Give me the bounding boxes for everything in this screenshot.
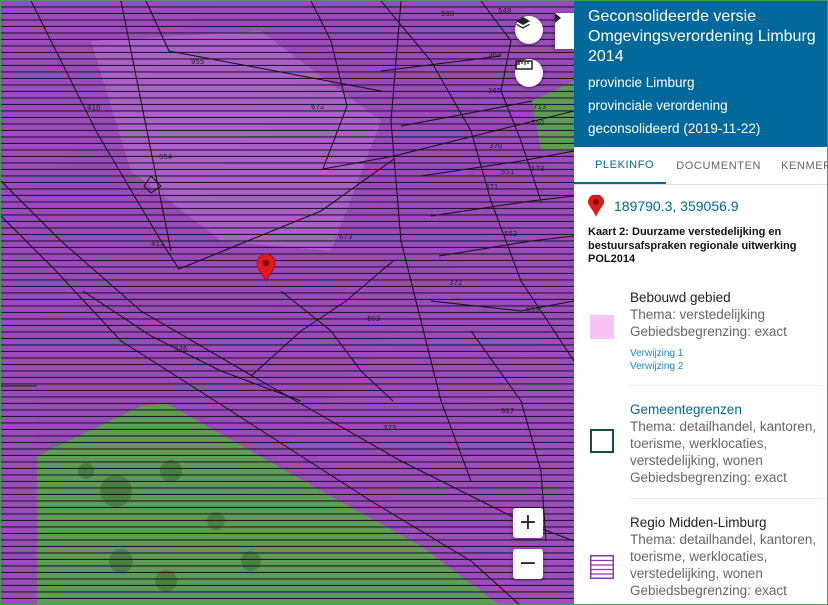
panel-toggle-button[interactable] [555, 13, 574, 49]
parcel-label: 603 [367, 315, 380, 323]
panel-tabs: PLEKINFO DOCUMENTEN KENMERKEN [574, 147, 827, 185]
parcel-label: 373 [383, 424, 396, 432]
entry-divider [630, 384, 825, 386]
parcel-label: 368 [488, 51, 501, 59]
panel-title: Geconsolideerde versie Omgevingsverorden… [588, 8, 816, 65]
entry-bebouwd-gebied: Bebouwd gebied Thema: verstedelijking Ge… [574, 289, 825, 373]
tab-kenmerken[interactable]: KENMERKEN [771, 147, 827, 184]
parcel-label: 551 [501, 168, 514, 176]
parcel-label: 371 [485, 183, 498, 191]
parcel-label: 672 [311, 103, 324, 111]
parcel-label: 370 [489, 142, 502, 150]
app-frame: 598 549 955 410 672 368 365 713 550 954 … [0, 0, 828, 605]
parcel-label: 955 [191, 58, 204, 66]
parcel-label: 573 [531, 165, 544, 173]
parcel-label: 336 [174, 345, 188, 353]
meta-authority: provincie Limburg [588, 75, 695, 90]
entry-regio-midden-limburg: Regio Midden-Limburg Thema: detailhandel… [574, 514, 825, 599]
entry-line: Thema: verstedelijking [630, 306, 766, 322]
legend-swatch-regio [590, 554, 614, 579]
kaart-title: Kaart 2: Duurzame verstedelijking en bes… [588, 226, 797, 265]
location-pin-icon [588, 195, 604, 217]
parcel-label: 673 [339, 233, 352, 241]
verwijzing-link[interactable]: Verwijzing 2 [630, 360, 825, 373]
verwijzing-link[interactable]: Verwijzing 1 [630, 347, 825, 360]
entry-line: toerisme, werklocaties, [630, 548, 768, 564]
tab-plekinfo[interactable]: PLEKINFO [574, 147, 667, 184]
parcel-label: 917 [501, 407, 514, 415]
panel-header: Geconsolideerde versie Omgevingsverorden… [574, 1, 827, 147]
meta-status: geconsolideerd (2019-11-22) [588, 121, 761, 136]
parcel-label: 372 [449, 279, 462, 287]
entry-name: Regio Midden-Limburg [630, 514, 767, 530]
parcel-label: 598 [441, 10, 454, 18]
entry-line: Gebiedsbegrenzing: exact [630, 582, 787, 598]
parcel-label: 411 [151, 240, 164, 248]
entry-line: verstedelijking, wonen [630, 565, 763, 581]
parcel-label: 553 [526, 306, 539, 314]
parcel-label: 713 [533, 103, 546, 111]
parcel-label: 954 [159, 153, 173, 161]
legend-swatch-gemeentegrenzen [590, 428, 614, 453]
map-view[interactable]: 598 549 955 410 672 368 365 713 550 954 … [1, 1, 574, 605]
map-canvas[interactable]: 598 549 955 410 672 368 365 713 550 954 … [1, 1, 574, 605]
entry-name-link[interactable]: Gemeentegrenzen [630, 401, 825, 418]
entry-line: Thema: detailhandel, kantoren, [630, 418, 817, 434]
coordinates-text: 189790.3, 359056.9 [614, 198, 739, 214]
zoom-out-button[interactable]: − [513, 549, 543, 579]
entry-gemeentegrenzen: Gemeentegrenzen Thema: detailhandel, kan… [574, 401, 825, 486]
entry-divider [630, 497, 825, 499]
parcel-label: 550 [531, 119, 544, 127]
layers-icon [516, 17, 530, 29]
entry-line: Thema: detailhandel, kantoren, [630, 531, 817, 547]
entry-name: Bebouwd gebied [630, 289, 731, 305]
parcel-label: 365 [488, 87, 501, 95]
entry-line: Gebiedsbegrenzing: exact [630, 469, 787, 485]
meta-type: provinciale verordening [588, 98, 728, 113]
info-panel: Geconsolideerde versie Omgevingsverorden… [574, 1, 827, 604]
parcel-label: 552 [504, 230, 517, 238]
tab-documenten[interactable]: DOCUMENTEN [666, 147, 771, 184]
parcel-label: 410 [87, 104, 100, 112]
chevron-right-icon [555, 13, 561, 23]
entry-line: toerisme, werklocaties, [630, 435, 768, 451]
ruler-icon [515, 60, 533, 70]
coordinates-row: 189790.3, 359056.9 [588, 195, 827, 217]
measure-button[interactable] [515, 59, 543, 87]
panel-meta: provincie Limburg provinciale verordenin… [588, 71, 819, 140]
parcel-label: 549 [498, 7, 511, 15]
layers-button[interactable] [515, 16, 543, 44]
zoom-in-button[interactable]: + [513, 508, 543, 538]
legend-swatch-bebouwd [590, 314, 614, 339]
entry-line: verstedelijking, wonen [630, 452, 763, 468]
entry-line: Gebiedsbegrenzing: exact [630, 323, 787, 339]
